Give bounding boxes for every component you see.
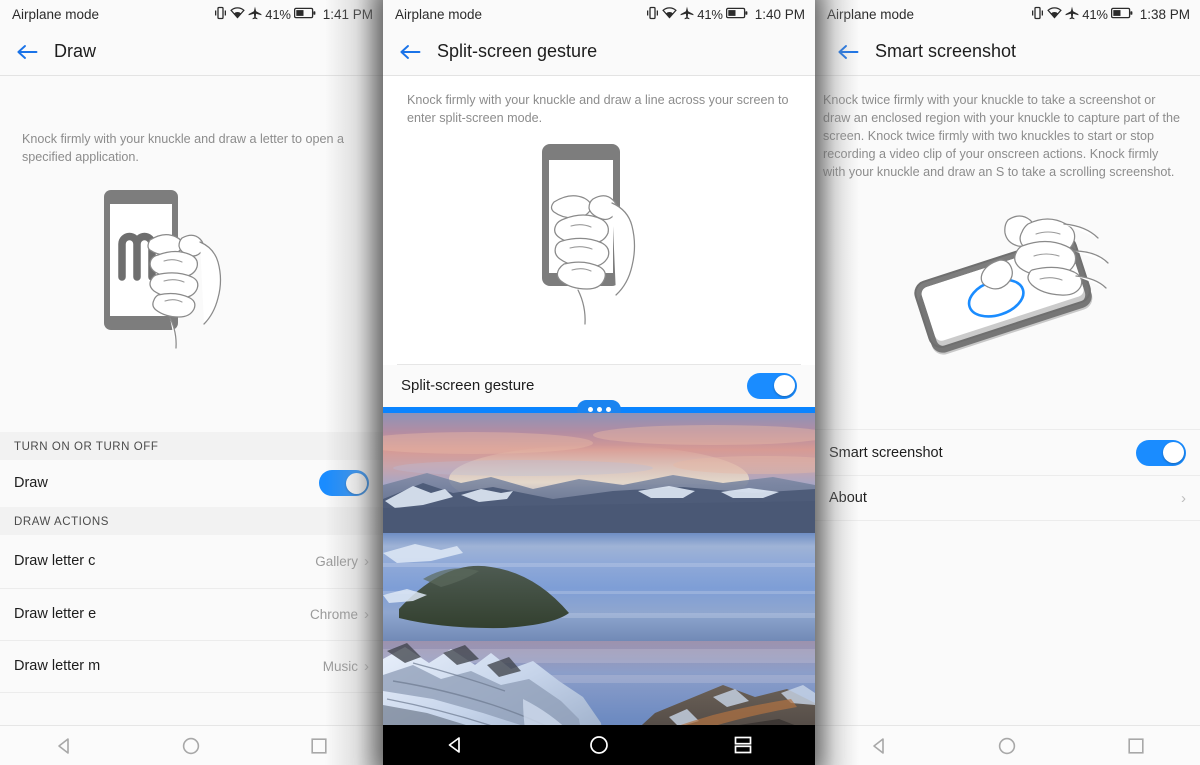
row-about[interactable]: About › [815,475,1200,521]
toggle-knob [345,472,367,494]
airplane-mode-label: Airplane mode [12,6,100,22]
status-bar-icons: 41% 1:40 PM [646,6,805,23]
status-bar-shot: Airplane mode 41% 1:38 PM [815,0,1200,28]
battery-percent-label: 41% [1082,6,1108,22]
row-draw-letter-m[interactable]: Draw letter m Music › [0,639,383,692]
screenshot-stage: Airplane mode 41% 1:41 PM Draw Knock fir… [0,0,1200,765]
home-nav-icon[interactable] [979,726,1035,765]
spacer-draw [0,372,383,432]
home-nav-icon[interactable] [571,725,627,765]
list-bottom-rule [815,520,1200,527]
row-label: Draw [14,475,48,492]
battery-icon [725,7,748,22]
airplane-mode-label: Airplane mode [395,6,483,22]
description-text-draw: Knock firmly with your knuckle and draw … [22,132,344,164]
row-draw-letter-e[interactable]: Draw letter e Chrome › [0,587,383,640]
chevron-right-icon: › [364,552,369,570]
back-arrow-icon[interactable] [393,35,427,69]
nav-bar-shot [815,725,1200,765]
vibrate-icon [646,6,659,23]
clock-label: 1:41 PM [322,6,373,22]
chevron-right-icon: › [364,657,369,675]
row-value: Gallery [315,553,358,569]
status-bar-icons: 41% 1:41 PM [214,6,373,23]
row-label: About [829,490,867,507]
section-header-draw-actions: DRAW ACTIONS [0,506,383,535]
smart-screenshot-toggle-switch[interactable] [1136,439,1186,466]
row-label: Draw letter m [14,658,101,675]
airplane-icon [248,6,262,23]
page-title: Draw [54,41,97,61]
row-value: Music [322,658,358,674]
row-value: Chrome [309,606,358,622]
chevron-right-icon: › [1181,489,1186,507]
row-label: Draw letter c [14,553,96,570]
phone-knuckle-letter-m-illustration [0,167,383,372]
airplane-icon [680,6,694,23]
handle-dot [587,406,593,412]
app-bar-shot: Smart screenshot [815,28,1200,76]
clock-label: 1:40 PM [754,6,805,22]
wifi-icon [230,6,246,22]
handle-dot [596,406,602,412]
vibrate-icon [1031,6,1044,23]
draw-toggle-switch[interactable] [319,470,369,497]
phone-knuckle-line-illustration [383,128,815,340]
status-bar-icons: 41% 1:38 PM [1031,6,1190,23]
nav-bar-split [383,725,815,765]
row-label: Smart screenshot [829,444,943,461]
battery-percent-label: 41% [697,6,723,22]
back-arrow-icon[interactable] [10,35,44,69]
status-bar-split: Airplane mode 41% 1:40 PM [383,0,815,28]
phone-panel-draw: Airplane mode 41% 1:41 PM Draw Knock fir… [0,0,383,765]
section-header-turn-on-or-turn-off: TURN ON OR TURN OFF [0,431,383,460]
home-nav-icon[interactable] [163,726,219,765]
phone-panel-split-screen: Airplane mode 41% 1:40 PM Split-screen g… [383,0,815,765]
page-title: Smart screenshot [875,41,1017,61]
split-screen-gesture-toggle-switch[interactable] [747,372,797,399]
row-draw-letter-c[interactable]: Draw letter c Gallery › [0,534,383,588]
row-label: Draw letter e [14,606,97,623]
toggle-knob [1162,442,1184,464]
recents-nav-icon[interactable] [291,726,347,765]
list-bottom-rule [0,691,383,699]
chevron-right-icon: › [364,605,369,623]
back-nav-icon[interactable] [427,725,483,765]
vibrate-icon [214,6,227,23]
battery-icon [1110,7,1133,22]
app-bar-draw: Draw [0,28,383,76]
battery-icon [293,7,316,22]
split-screen-nav-icon[interactable] [715,725,771,765]
app-bar-split: Split-screen gesture [383,28,815,76]
back-arrow-icon[interactable] [831,35,865,69]
clock-label: 1:38 PM [1139,6,1190,22]
wifi-icon [1047,6,1063,22]
page-title: Split-screen gesture [437,41,598,61]
tilted-phone-knock-circle-illustration [815,189,1200,374]
toggle-knob [773,375,795,397]
description-text-shot: Knock twice firmly with your knuckle to … [823,93,1181,179]
airplane-icon [1065,6,1079,23]
back-nav-icon[interactable] [36,726,92,765]
status-bar-draw: Airplane mode 41% 1:41 PM [0,0,383,28]
airplane-mode-label: Airplane mode [827,6,915,22]
wifi-icon [662,6,678,22]
phone-panel-smart-screenshot: Airplane mode 41% 1:38 PM Smart screensh… [815,0,1200,765]
spacer-split [383,340,815,364]
row-smart-screenshot-toggle[interactable]: Smart screenshot [815,429,1200,476]
back-nav-icon[interactable] [851,726,907,765]
battery-percent-label: 41% [265,6,291,22]
crater-lake-sunset-wallpaper [383,412,815,765]
spacer-shot [815,374,1200,429]
row-draw-toggle[interactable]: Draw [0,459,383,507]
handle-dot [605,406,611,412]
row-label: Split-screen gesture [401,377,535,395]
recents-nav-icon[interactable] [1108,726,1164,765]
nav-bar-draw [0,725,383,765]
description-text-split: Knock firmly with your knuckle and draw … [407,93,789,125]
